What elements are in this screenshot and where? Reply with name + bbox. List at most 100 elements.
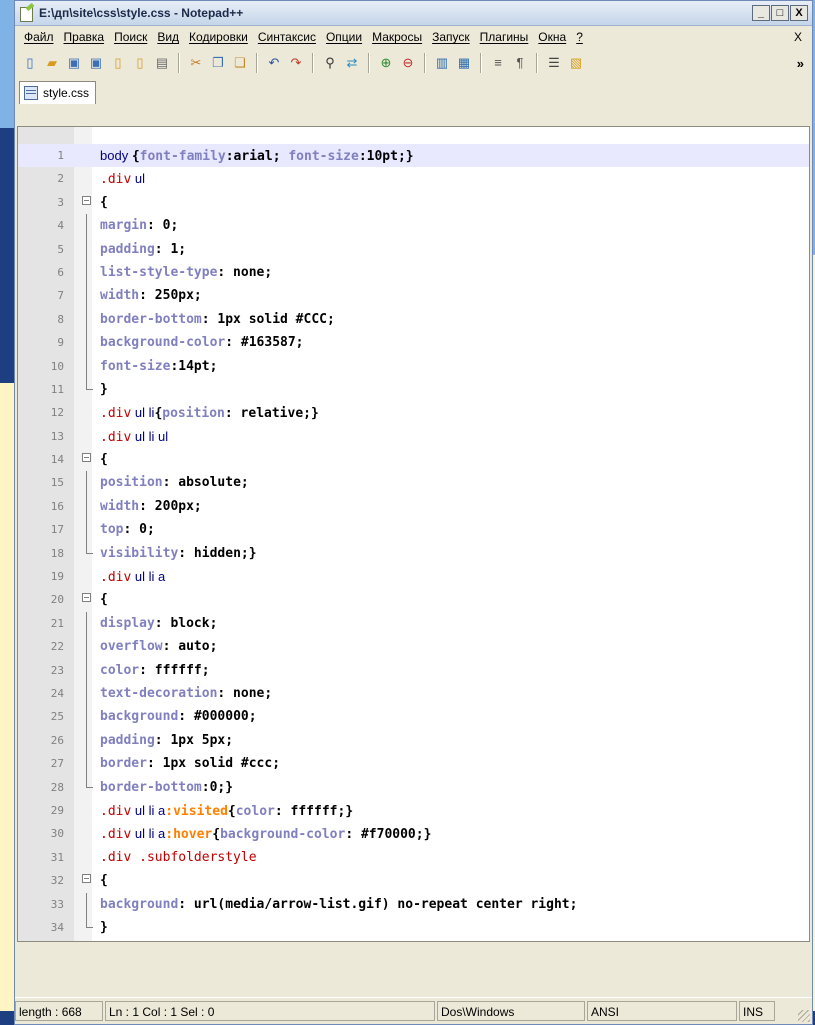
code-token-val: : 0; <box>146 218 179 234</box>
code-line[interactable]: 27 border: 1px solid #ccc; <box>18 752 809 776</box>
code-token-prop: background <box>100 896 179 912</box>
code-line[interactable]: 4 margin: 0; <box>18 214 809 238</box>
code-token-prop: color <box>100 662 140 678</box>
code-line[interactable]: 25 background: #000000; <box>18 705 809 729</box>
sync-vertical-icon[interactable]: ▥ <box>433 54 451 72</box>
code-token-val: : 1px solid #CCC; <box>201 311 335 327</box>
menu-item-3[interactable]: Вид <box>152 30 184 44</box>
indent-guide-icon[interactable]: ☰ <box>545 54 563 72</box>
menu-item-1[interactable]: Правка <box>59 30 110 44</box>
toolbar-overflow-button[interactable]: » <box>797 56 804 71</box>
redo-icon[interactable]: ↷ <box>287 54 305 72</box>
code-token-prop: font-size <box>288 149 359 164</box>
menu-item-6[interactable]: Опции <box>321 30 367 44</box>
zoom-in-icon[interactable]: ⊕ <box>377 54 395 72</box>
menu-item-11[interactable]: ? <box>571 30 588 44</box>
code-text: .div ul li a <box>100 565 165 589</box>
code-line[interactable]: 32 { <box>18 869 809 892</box>
code-token-prop: color <box>235 803 275 819</box>
code-line[interactable]: 9 background-color: #163587; <box>18 331 809 355</box>
fold-toggle-icon[interactable] <box>82 593 91 603</box>
code-line[interactable]: 13 .div ul li ul <box>18 425 809 448</box>
menu-item-10[interactable]: Окна <box>533 30 571 44</box>
tab-style-css[interactable]: style.css <box>19 81 97 104</box>
fold-toggle-icon[interactable] <box>82 874 91 884</box>
line-number: 8 <box>57 312 64 326</box>
code-line[interactable]: 26 padding: 1px 5px; <box>18 728 809 753</box>
save-icon[interactable]: ▣ <box>65 54 83 72</box>
code-editor[interactable]: 1 body {font-family:arial; font-size:10pt… <box>17 126 810 942</box>
code-line[interactable]: 8 border-bottom: 1px solid #CCC; <box>18 307 809 332</box>
copy-icon[interactable]: ❐ <box>209 54 227 72</box>
resize-grip[interactable] <box>798 1010 810 1022</box>
code-line[interactable]: 12 .div ul li{position: relative;} <box>18 401 809 424</box>
code-line[interactable]: 22 overflow: auto; <box>18 635 809 659</box>
code-line[interactable]: 21 display: block; <box>18 611 809 636</box>
show-all-chars-icon[interactable]: ¶ <box>511 54 529 72</box>
menu-close-document-button[interactable]: X <box>794 30 802 44</box>
fold-end-guide <box>86 775 93 788</box>
find-icon[interactable]: ⚲ <box>321 54 339 72</box>
code-line[interactable]: 15 position: absolute; <box>18 471 809 495</box>
fold-toggle-icon[interactable] <box>82 453 91 463</box>
code-line[interactable]: 6 list-style-type: none; <box>18 260 809 285</box>
word-wrap-icon[interactable]: ≡ <box>489 54 507 72</box>
code-line[interactable]: 16 width: 200px; <box>18 494 809 519</box>
fold-guide <box>86 681 87 706</box>
title-bar[interactable]: E:\дп\site\css\style.css - Notepad++ _ □… <box>15 1 812 26</box>
code-line[interactable]: 14 { <box>18 448 809 471</box>
fold-toggle-icon[interactable] <box>82 195 91 205</box>
code-line[interactable]: 31 .div .subfolderstyle <box>18 846 809 869</box>
code-line[interactable]: 19 .div ul li a <box>18 565 809 588</box>
menu-item-5[interactable]: Синтаксис <box>253 30 321 44</box>
code-line[interactable]: 34} <box>18 915 809 939</box>
code-token-val: : none; <box>217 264 273 280</box>
code-line[interactable]: 5 padding: 1; <box>18 237 809 261</box>
user-language-icon[interactable]: ▧ <box>567 54 585 72</box>
print-icon[interactable]: ▤ <box>153 54 171 72</box>
code-line[interactable]: 3{ <box>18 191 809 214</box>
status-length: length : 668 <box>15 1001 103 1021</box>
code-line[interactable]: 29 .div ul li a:visited{color: ffffff;} <box>18 799 809 822</box>
paste-icon[interactable]: ❏ <box>231 54 249 72</box>
code-line[interactable]: 18 visibility: hidden;} <box>18 541 809 565</box>
undo-icon[interactable]: ↶ <box>265 54 283 72</box>
menu-item-9[interactable]: Плагины <box>475 30 534 44</box>
zoom-out-icon[interactable]: ⊖ <box>399 54 417 72</box>
code-line[interactable]: 28 border-bottom:0;} <box>18 775 809 799</box>
line-number: 30 <box>50 827 64 841</box>
code-line[interactable]: 24 text-decoration: none; <box>18 681 809 706</box>
code-text: padding: 1; <box>100 238 186 261</box>
sync-horizontal-icon[interactable]: ▦ <box>455 54 473 72</box>
menu-item-8[interactable]: Запуск <box>427 30 475 44</box>
replace-icon[interactable]: ⇄ <box>343 54 361 72</box>
code-line[interactable]: 33 background: url(media/arrow-list.gif) … <box>18 892 809 916</box>
code-line[interactable]: 10 font-size:14pt; <box>18 354 809 378</box>
notepad-plus-plus-icon[interactable] <box>19 2 35 22</box>
close-all-icon[interactable]: ▯ <box>131 54 149 72</box>
close-button[interactable]: X <box>790 5 808 21</box>
code-line[interactable]: 1 body {font-family:arial; font-size:10pt… <box>18 144 809 168</box>
code-line[interactable]: 23 color: ffffff; <box>18 658 809 682</box>
code-line[interactable]: 17 top: 0; <box>18 518 809 542</box>
desktop-background-accent <box>0 128 14 383</box>
menu-item-7[interactable]: Макросы <box>367 30 427 44</box>
tab-label: style.css <box>43 86 90 100</box>
save-all-icon[interactable]: ▣ <box>87 54 105 72</box>
open-file-icon[interactable]: ▰ <box>43 54 61 72</box>
menu-item-4[interactable]: Кодировки <box>184 30 253 44</box>
maximize-button[interactable]: □ <box>771 5 789 21</box>
code-text: { <box>100 448 108 471</box>
menu-item-2[interactable]: Поиск <box>109 30 152 44</box>
code-token-val: : 200px; <box>139 498 202 514</box>
new-file-icon[interactable]: ▯ <box>21 54 39 72</box>
minimize-button[interactable]: _ <box>752 5 770 21</box>
menu-item-0[interactable]: Файл <box>19 30 59 44</box>
code-line[interactable]: 2 .div ul <box>18 167 809 190</box>
code-line[interactable]: 30 .div ul li a:hover{background-color: #… <box>18 822 809 845</box>
close-file-icon[interactable]: ▯ <box>109 54 127 72</box>
code-line[interactable]: 11} <box>18 377 809 401</box>
code-line[interactable]: 7 width: 250px; <box>18 284 809 308</box>
code-line[interactable]: 20 { <box>18 588 809 611</box>
cut-icon[interactable]: ✂ <box>187 54 205 72</box>
